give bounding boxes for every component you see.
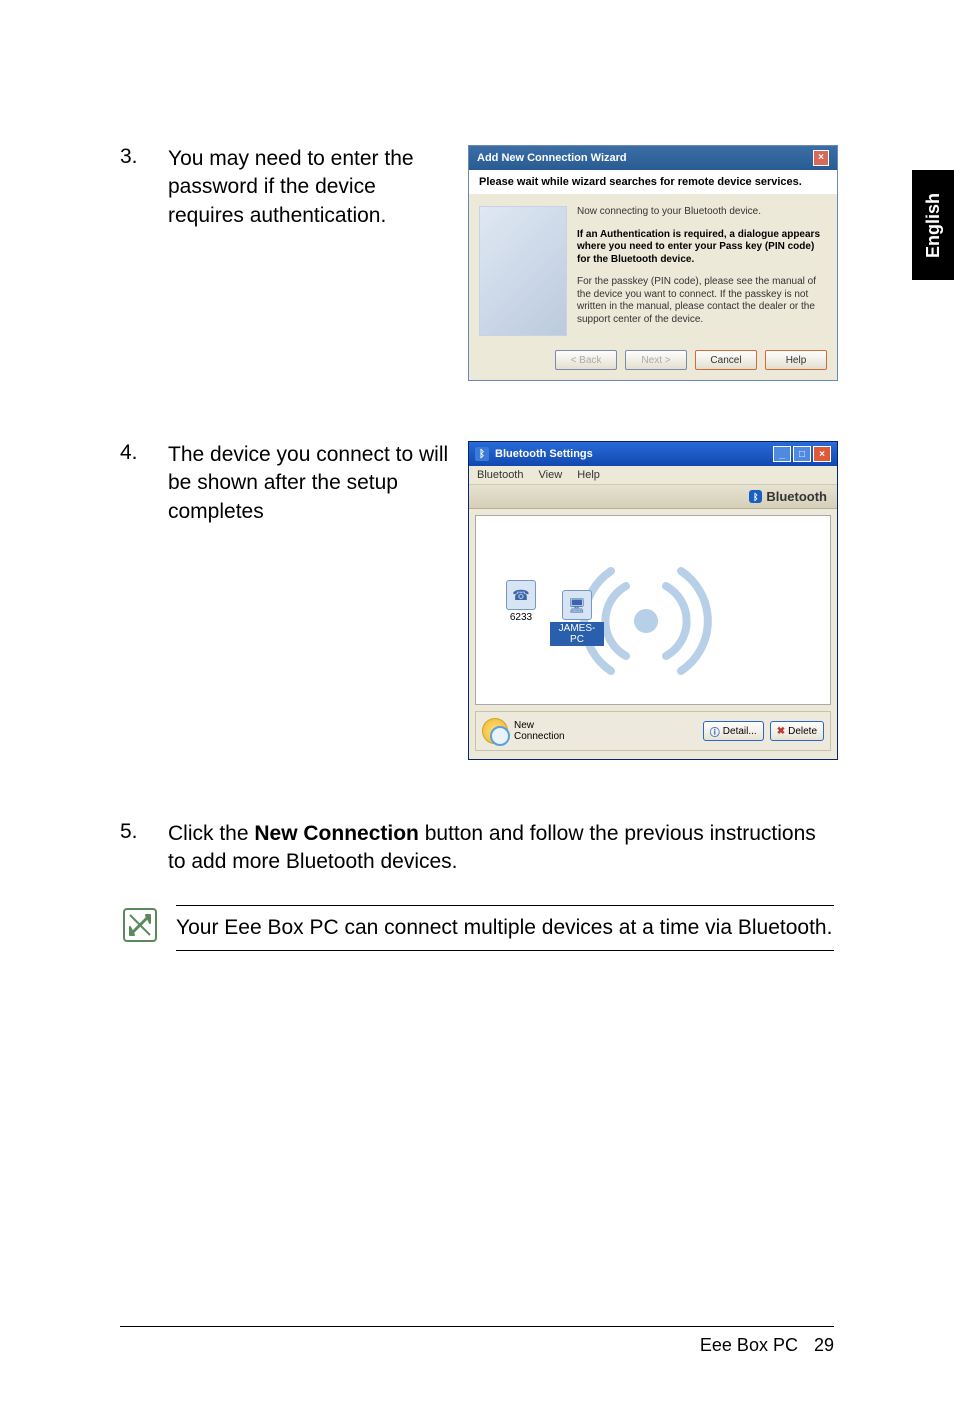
language-tab-label: English [923, 192, 944, 257]
phone-icon: ☎ [506, 580, 536, 610]
new-connection-line2: Connection [514, 731, 565, 742]
cancel-button[interactable]: Cancel [695, 350, 757, 370]
wizard-messages: Now connecting to your Bluetooth device.… [577, 206, 827, 336]
step-4: 4. The device you connect to will be sho… [120, 441, 834, 760]
minimize-icon[interactable]: _ [773, 446, 791, 462]
note-icon [120, 905, 160, 945]
delete-icon: ✖ [777, 726, 785, 737]
maximize-icon[interactable]: □ [793, 446, 811, 462]
device-label: 6233 [494, 612, 548, 623]
screenshot-wizard: Add New Connection Wizard × Please wait … [468, 145, 838, 381]
bluetooth-icon: ᛒ [475, 447, 489, 461]
next-button[interactable]: Next > [625, 350, 687, 370]
bluetooth-device-canvas: ☎ 6233 🖥 JAMES-PC [475, 515, 831, 705]
note-text: Your Eee Box PC can connect multiple dev… [176, 905, 834, 951]
bluetooth-brand-bar: ᛒ Bluetooth [469, 485, 837, 509]
step-text: The device you connect to will be shown … [168, 441, 468, 526]
wizard-subtitle: Please wait while wizard searches for re… [469, 170, 837, 194]
device-label: JAMES-PC [550, 622, 604, 646]
device-item-james-pc[interactable]: 🖥 JAMES-PC [550, 590, 604, 646]
bluetooth-window: ᛒ Bluetooth Settings _ □ × Bluetooth Vie… [468, 441, 838, 760]
detail-button[interactable]: ⓘDetail... [703, 721, 764, 741]
menu-bluetooth[interactable]: Bluetooth [477, 469, 523, 481]
note-box: Your Eee Box PC can connect multiple dev… [120, 905, 834, 951]
help-button[interactable]: Help [765, 350, 827, 370]
wizard-titlebar: Add New Connection Wizard × [469, 146, 837, 170]
new-connection-line1: New [514, 720, 565, 731]
new-connection-button[interactable]: New Connection [482, 718, 565, 744]
screenshot-bluetooth-settings: ᛒ Bluetooth Settings _ □ × Bluetooth Vie… [468, 441, 838, 760]
window-controls: _ □ × [773, 446, 831, 462]
language-tab: English [912, 170, 954, 280]
page-footer: Eee Box PC 29 [120, 1326, 834, 1356]
bluetooth-brand-label: Bluetooth [766, 489, 827, 504]
delete-label: Delete [788, 726, 817, 737]
delete-button[interactable]: ✖Delete [770, 721, 824, 741]
step-text: You may need to enter the password if th… [168, 145, 468, 230]
wizard-line2: If an Authentication is required, a dial… [577, 229, 827, 267]
menu-view[interactable]: View [539, 469, 563, 481]
wizard-line3: For the passkey (PIN code), please see t… [577, 276, 827, 326]
wizard-line1: Now connecting to your Bluetooth device. [577, 206, 827, 219]
footer-product: Eee Box PC [700, 1335, 798, 1356]
bluetooth-logo-icon: ᛒ [749, 490, 762, 503]
step-number: 4. [120, 441, 168, 465]
wizard-illustration [479, 206, 567, 336]
info-icon: ⓘ [710, 724, 720, 739]
wizard-body: Now connecting to your Bluetooth device.… [469, 194, 837, 342]
step-number: 3. [120, 145, 168, 169]
step5-bold: New Connection [254, 822, 419, 845]
bluetooth-title-text: Bluetooth Settings [495, 448, 593, 460]
step-3: 3. You may need to enter the password if… [120, 145, 834, 381]
step-text: Click the New Connection button and foll… [168, 820, 834, 877]
step-number: 5. [120, 820, 168, 844]
bluetooth-menubar: Bluetooth View Help [469, 466, 837, 485]
wizard-window: Add New Connection Wizard × Please wait … [468, 145, 838, 381]
menu-help[interactable]: Help [577, 469, 600, 481]
computer-icon: 🖥 [562, 590, 592, 620]
back-button[interactable]: < Back [555, 350, 617, 370]
device-item-6233[interactable]: ☎ 6233 [494, 580, 548, 623]
step5-before: Click the [168, 822, 254, 845]
footer-page-number: 29 [814, 1335, 834, 1356]
page: English 3. You may need to enter the pas… [0, 0, 954, 1418]
close-icon[interactable]: × [813, 446, 831, 462]
bluetooth-bottom-bar: New Connection ⓘDetail... ✖Delete [475, 711, 831, 751]
new-connection-icon [482, 718, 508, 744]
detail-label: Detail... [723, 726, 757, 737]
wizard-title-text: Add New Connection Wizard [477, 152, 627, 164]
wizard-buttons: < Back Next > Cancel Help [469, 342, 837, 380]
step-5: 5. Click the New Connection button and f… [120, 820, 834, 877]
bluetooth-titlebar: ᛒ Bluetooth Settings _ □ × [469, 442, 837, 466]
close-icon[interactable]: × [813, 150, 829, 166]
